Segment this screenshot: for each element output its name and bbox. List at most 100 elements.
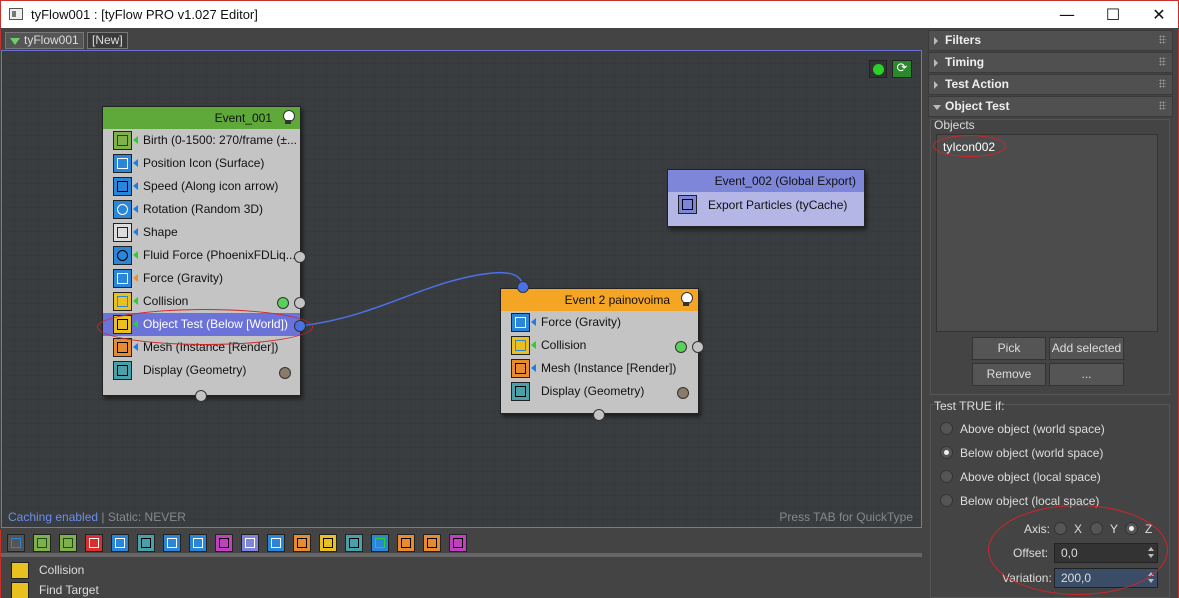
rollout-timing[interactable]: Timing (928, 52, 1173, 73)
list-item-collision[interactable]: Collision (1, 560, 84, 580)
operator-position-icon[interactable]: Position Icon (Surface) (103, 152, 300, 175)
mesh-icon[interactable] (293, 534, 311, 552)
radio-above-local[interactable]: Above object (local space) (940, 469, 1101, 485)
event-input-port[interactable] (195, 390, 207, 402)
maximize-button[interactable]: ☐ (1090, 1, 1136, 29)
event-wire[interactable] (299, 271, 524, 327)
custom-icon[interactable] (449, 534, 467, 552)
radio-axis-y[interactable]: Y (1090, 521, 1118, 537)
flow-canvas[interactable]: ⟳ Event_001 Birth (0-1500: 270/frame (±.… (1, 50, 922, 528)
operator-shape[interactable]: Shape (103, 221, 300, 244)
collision-output-port[interactable] (277, 297, 289, 309)
operator-rotation[interactable]: Rotation (Random 3D) (103, 198, 300, 221)
list-item-find-target[interactable]: Find Target (1, 580, 99, 598)
event-header[interactable]: Event_002 (Global Export) (668, 170, 864, 192)
birth-flow-icon[interactable] (59, 534, 77, 552)
spinner-arrows-icon[interactable] (1148, 571, 1154, 585)
rollout-filters[interactable]: Filters (928, 30, 1173, 51)
radio-below-local[interactable]: Below object (local space) (940, 493, 1099, 509)
position-icon (113, 154, 132, 173)
object-test-icon (113, 315, 132, 334)
operator-mesh[interactable]: Mesh (Instance [Render]) (501, 357, 698, 380)
position-icon[interactable] (111, 534, 129, 552)
object-test-output-port[interactable] (294, 320, 306, 332)
event-header[interactable]: Event 2 painovoima (501, 289, 698, 311)
radio-above-world[interactable]: Above object (world space) (940, 421, 1105, 437)
display-color-port[interactable] (677, 387, 689, 399)
offset-spinner[interactable]: 0,0 (1054, 543, 1158, 563)
lightbulb-icon[interactable] (282, 110, 295, 125)
operator-export-particles[interactable]: Export Particles (tyCache) (668, 192, 864, 218)
operator-object-test[interactable]: Object Test (Below [World]) (103, 313, 300, 336)
event-header[interactable]: Event_001 (103, 107, 300, 129)
grip-icon (1159, 35, 1166, 44)
display-icon[interactable] (345, 534, 363, 552)
objects-listbox[interactable]: tyIcon002 (936, 134, 1158, 332)
download-arrow-icon (10, 38, 20, 45)
operator-collision[interactable]: Collision (103, 290, 300, 313)
event-node-event001[interactable]: Event_001 Birth (0-1500: 270/frame (±...… (102, 106, 301, 396)
rollout-object-test[interactable]: Object Test (928, 96, 1173, 117)
more-button[interactable]: ... (1049, 363, 1124, 386)
green-dot-icon (873, 64, 884, 75)
operator-birth[interactable]: Birth (0-1500: 270/frame (±... (103, 129, 300, 152)
grip-icon (1159, 57, 1166, 66)
birth-icon[interactable] (7, 534, 25, 552)
radio-below-world[interactable]: Below object (world space) (940, 445, 1103, 461)
tab-tyflow001[interactable]: tyFlow001 (5, 32, 84, 49)
position-object-icon[interactable] (137, 534, 155, 552)
collision-output-port[interactable] (675, 341, 687, 353)
add-selected-button[interactable]: Add selected (1049, 337, 1124, 360)
quicktype-hint: Press TAB for QuickType (779, 510, 913, 524)
lightbulb-icon[interactable] (680, 292, 693, 307)
refresh-icon[interactable]: ⟳ (892, 60, 912, 78)
status-bar: Caching enabled | Static: NEVER (8, 510, 186, 524)
birth-objects-icon[interactable] (33, 534, 51, 552)
test-icon[interactable] (319, 534, 337, 552)
display-color-port[interactable] (279, 367, 291, 379)
force-icon (511, 313, 530, 332)
operator-mesh[interactable]: Mesh (Instance [Render]) (103, 336, 300, 359)
radio-axis-z[interactable]: Z (1125, 521, 1152, 537)
close-button[interactable]: ✕ (1136, 1, 1179, 29)
shape-icon[interactable] (241, 534, 259, 552)
remove-button[interactable]: Remove (972, 363, 1046, 386)
rotation-icon[interactable] (163, 534, 181, 552)
display-icon (113, 361, 132, 380)
operator-speed[interactable]: Speed (Along icon arrow) (103, 175, 300, 198)
event-input-port[interactable] (517, 281, 529, 293)
delete-icon[interactable] (85, 534, 103, 552)
pick-button[interactable]: Pick (972, 337, 1046, 360)
toolbar-separator[interactable] (0, 553, 922, 557)
tab-new[interactable]: [New] (87, 32, 128, 49)
variation-spinner[interactable]: 200,0 (1054, 568, 1158, 588)
list-item[interactable]: tyIcon002 (943, 140, 995, 154)
event-node-event002[interactable]: Event_002 (Global Export) Export Particl… (667, 169, 865, 227)
spinner-arrows-icon[interactable] (1148, 546, 1154, 560)
minimize-button[interactable]: — (1044, 1, 1090, 29)
export-icon (678, 195, 697, 214)
operator-display[interactable]: Display (Geometry) (501, 380, 698, 403)
cache-status-button[interactable] (869, 60, 887, 78)
operator-force[interactable]: Force (Gravity) (103, 267, 300, 290)
spawn-icon[interactable] (397, 534, 415, 552)
material-icon[interactable] (215, 534, 233, 552)
scale-icon[interactable] (189, 534, 207, 552)
output-port[interactable] (294, 251, 306, 263)
offset-label: Offset: (1013, 546, 1049, 560)
script-icon[interactable] (423, 534, 441, 552)
operator-display[interactable]: Display (Geometry) (103, 359, 300, 382)
display-icon (511, 382, 530, 401)
operator-force[interactable]: Force (Gravity) (501, 311, 698, 334)
expand-triangle-icon (934, 37, 938, 45)
export-icon[interactable] (371, 534, 389, 552)
rollout-test-action[interactable]: Test Action (928, 74, 1173, 95)
event-node-event2-painovoima[interactable]: Event 2 painovoima Force (Gravity) Colli… (500, 288, 699, 414)
speed-icon[interactable] (267, 534, 285, 552)
output-port[interactable] (692, 341, 704, 353)
operator-collision[interactable]: Collision (501, 334, 698, 357)
operator-fluid-force[interactable]: Fluid Force (PhoenixFDLiq... (103, 244, 300, 267)
output-port[interactable] (294, 297, 306, 309)
event-output-port[interactable] (593, 409, 605, 421)
radio-axis-x[interactable]: X (1054, 521, 1082, 537)
